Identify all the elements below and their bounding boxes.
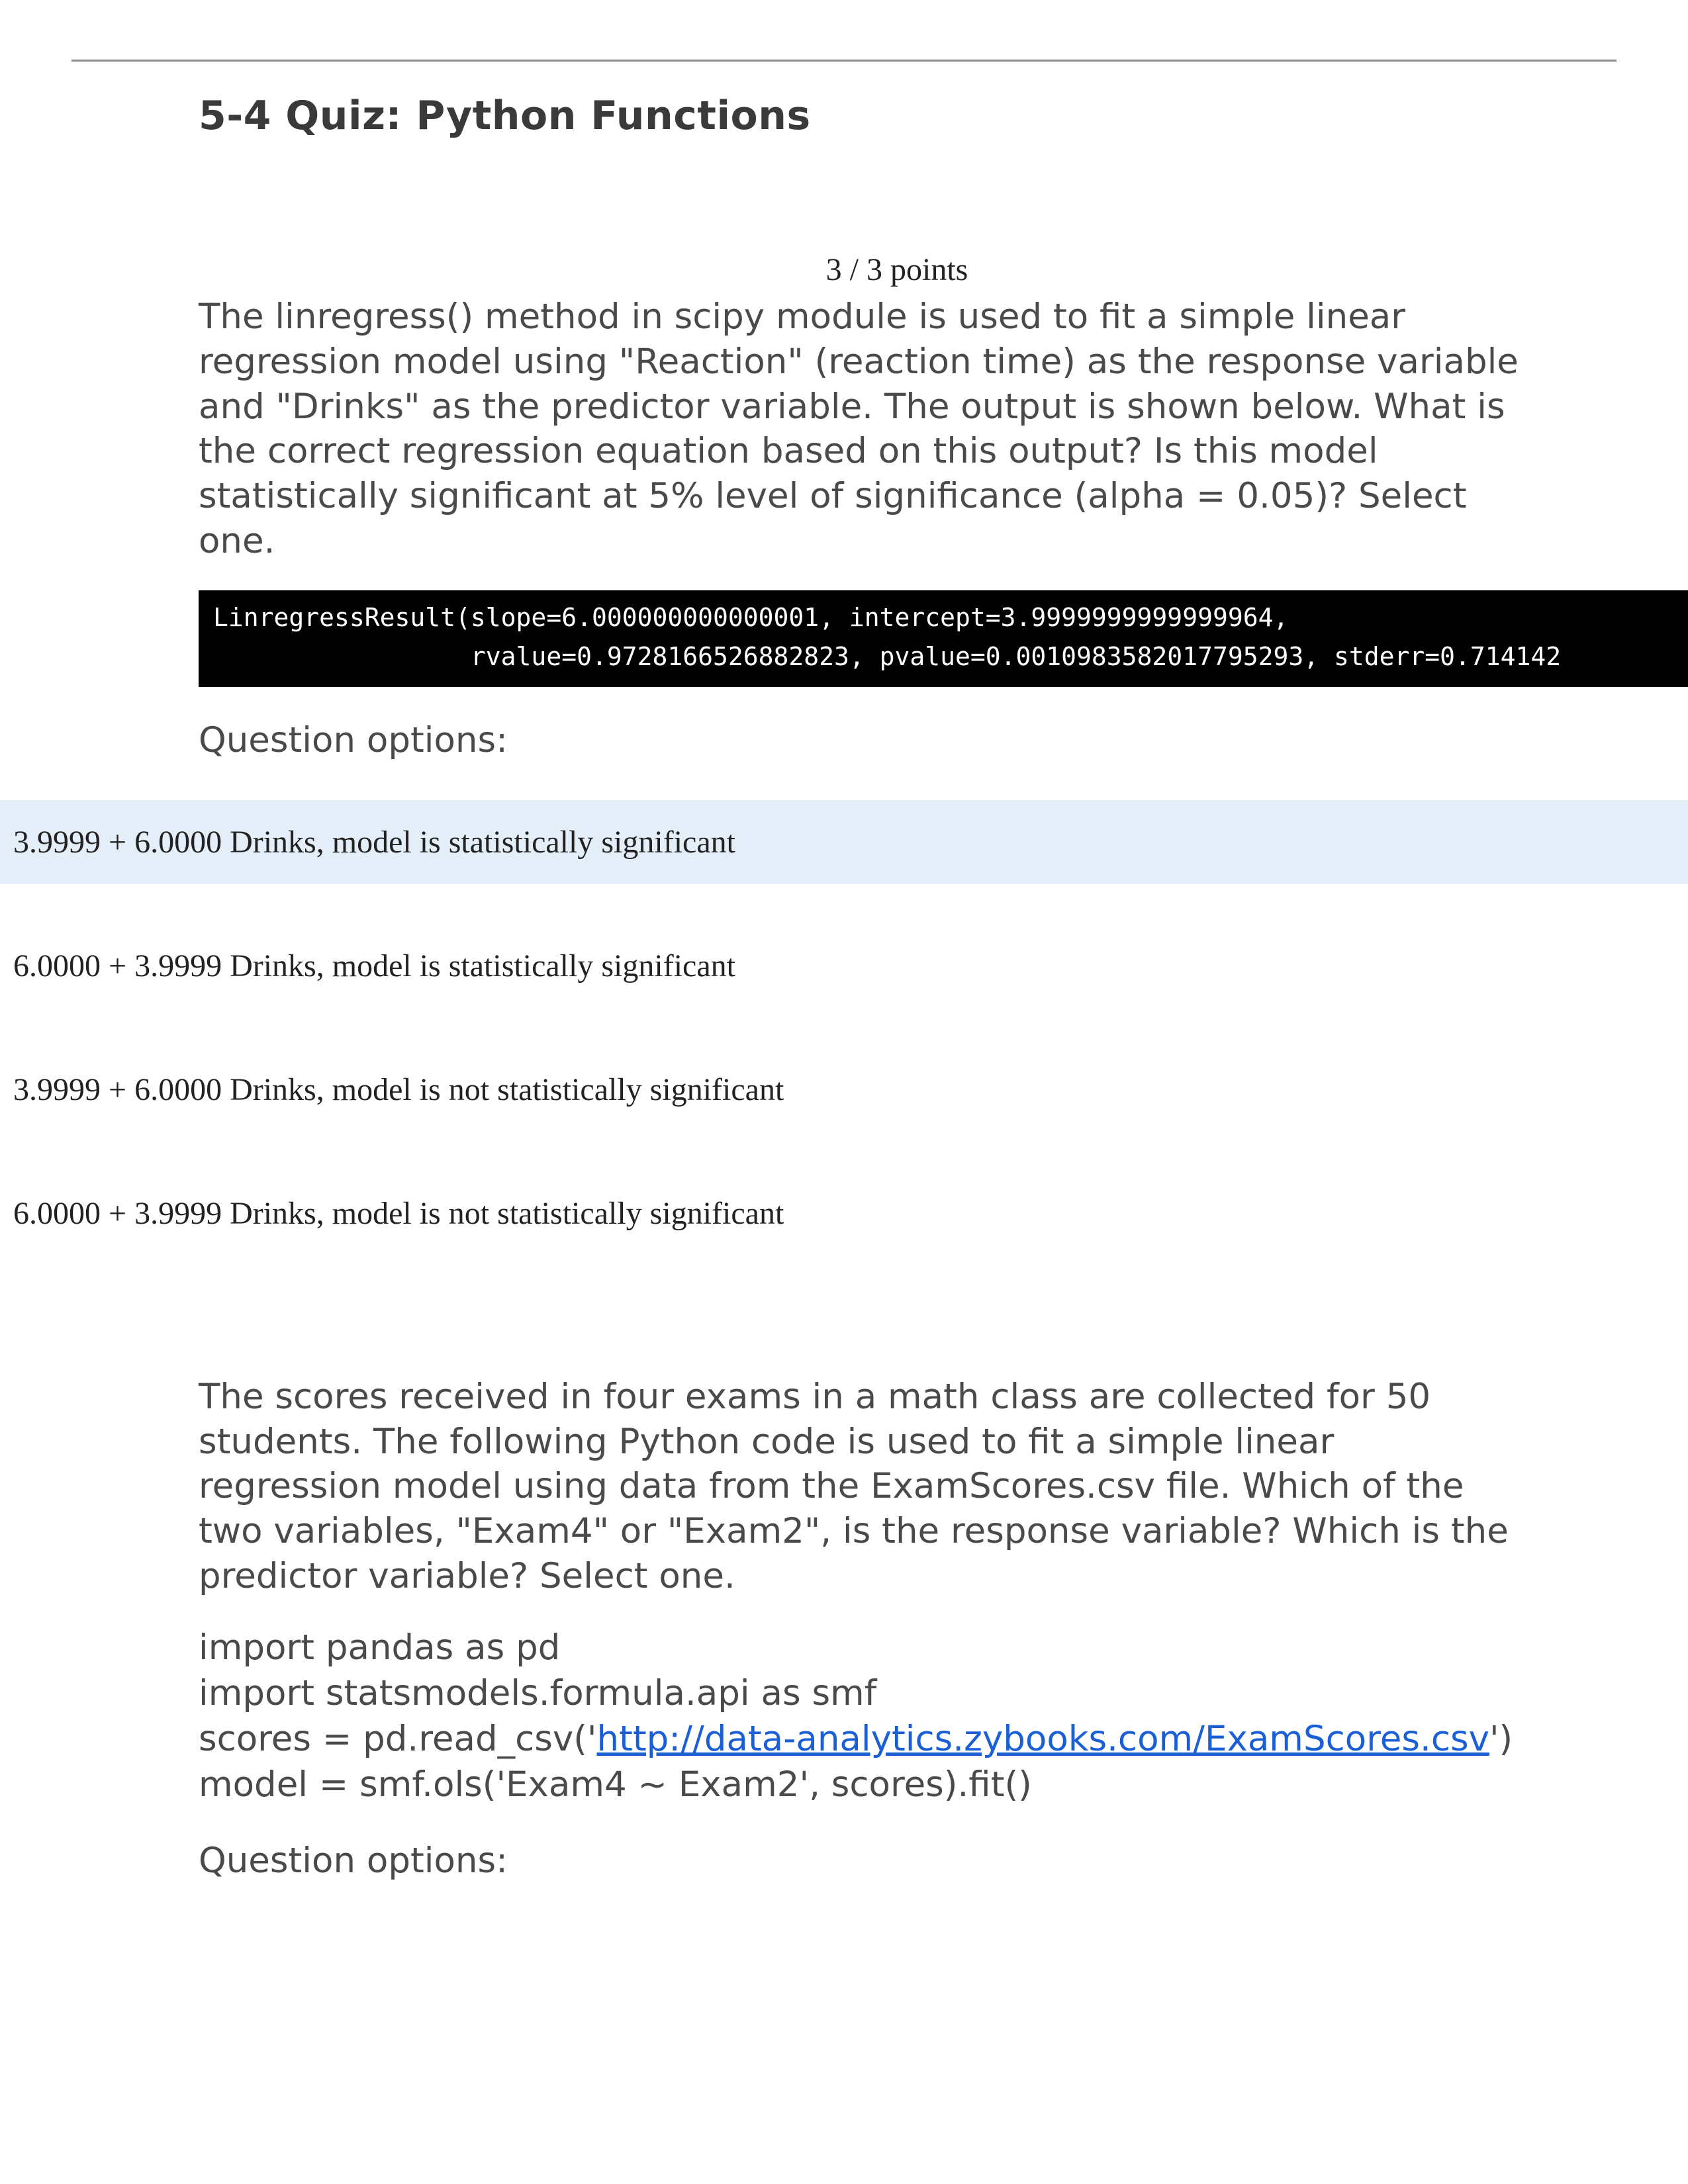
options-list: 3.9999 + 6.0000 Drinks, model is statist… bbox=[0, 800, 1688, 1255]
option-2[interactable]: 6.0000 + 3.9999 Drinks, model is statist… bbox=[0, 924, 1688, 1008]
python-code-block: import pandas as pd import statsmodels.f… bbox=[199, 1625, 1595, 1808]
code-line: model = smf.ols('Exam4 ~ Exam2', scores)… bbox=[199, 1764, 1032, 1805]
option-1[interactable]: 3.9999 + 6.0000 Drinks, model is statist… bbox=[0, 800, 1688, 884]
code-line-1: LinregressResult(slope=6.000000000000001… bbox=[213, 603, 1288, 632]
option-text: 6.0000 + 3.9999 Drinks, model is not sta… bbox=[13, 1196, 784, 1231]
points-earned: 3 / 3 points bbox=[199, 251, 1595, 288]
option-3[interactable]: 3.9999 + 6.0000 Drinks, model is not sta… bbox=[0, 1048, 1688, 1132]
question-prompt: The scores received in four exams in a m… bbox=[199, 1375, 1523, 1599]
code-line: import statsmodels.formula.api as smf bbox=[199, 1673, 876, 1713]
code-line: import pandas as pd bbox=[199, 1627, 560, 1668]
option-text: 3.9999 + 6.0000 Drinks, model is statist… bbox=[13, 825, 735, 860]
question-options-label: Question options: bbox=[199, 720, 1595, 760]
top-horizontal-rule bbox=[71, 60, 1617, 62]
question-prompt: The linregress() method in scipy module … bbox=[199, 295, 1523, 564]
csv-url-link[interactable]: http://data-analytics.zybooks.com/ExamSc… bbox=[596, 1719, 1489, 1759]
question-1: 3 / 3 points The linregress() method in … bbox=[199, 251, 1595, 1255]
option-4[interactable]: 6.0000 + 3.9999 Drinks, model is not sta… bbox=[0, 1171, 1688, 1255]
code-line-suffix: ') bbox=[1489, 1719, 1513, 1759]
question-2: The scores received in four exams in a m… bbox=[199, 1375, 1595, 1882]
code-output-block: LinregressResult(slope=6.000000000000001… bbox=[199, 590, 1688, 687]
option-text: 3.9999 + 6.0000 Drinks, model is not sta… bbox=[13, 1072, 784, 1107]
content-area: 5-4 Quiz: Python Functions 3 / 3 points … bbox=[199, 93, 1595, 1921]
page: 5-4 Quiz: Python Functions 3 / 3 points … bbox=[0, 0, 1688, 2184]
quiz-title: 5-4 Quiz: Python Functions bbox=[199, 93, 1595, 139]
question-options-label: Question options: bbox=[199, 1841, 1595, 1881]
code-line-prefix: scores = pd.read_csv(' bbox=[199, 1719, 596, 1759]
option-text: 6.0000 + 3.9999 Drinks, model is statist… bbox=[13, 948, 735, 983]
code-line-2: rvalue=0.9728166526882823, pvalue=0.0010… bbox=[213, 642, 1561, 671]
